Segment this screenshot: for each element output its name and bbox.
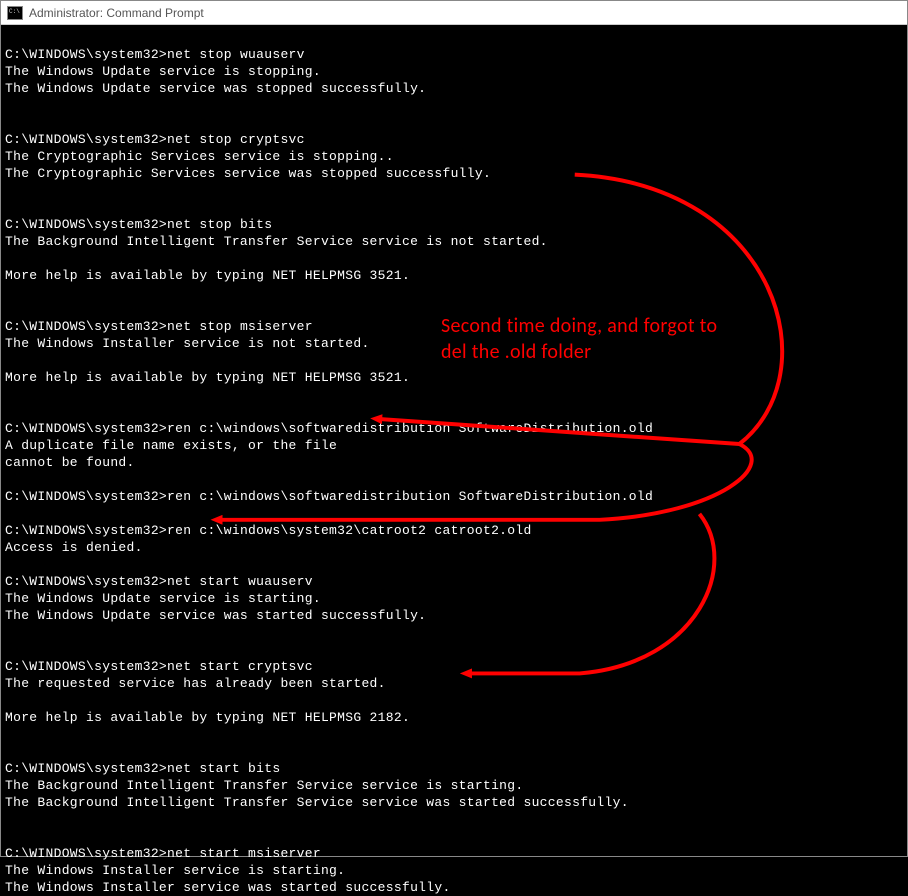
prompt: C:\WINDOWS\system32>	[5, 217, 167, 232]
prompt: C:\WINDOWS\system32>	[5, 761, 167, 776]
blank-line	[5, 471, 903, 488]
blank-line	[5, 301, 903, 318]
window-titlebar[interactable]: Administrator: Command Prompt	[1, 1, 907, 25]
cmd-text: net stop cryptsvc	[167, 132, 305, 147]
cmd-line: C:\WINDOWS\system32>net start msiserver	[5, 845, 903, 862]
cmd-text: net stop bits	[167, 217, 272, 232]
output-line: cannot be found.	[5, 454, 903, 471]
output-line: The Windows Update service was stopped s…	[5, 80, 903, 97]
cmd-text: ren c:\windows\system32\catroot2 catroot…	[167, 523, 532, 538]
output-line: The Windows Installer service was starte…	[5, 879, 903, 896]
blank-line	[5, 726, 903, 743]
output-line: The Windows Update service is stopping.	[5, 63, 903, 80]
output-line: The Windows Installer service is not sta…	[5, 335, 903, 352]
cmd-line: C:\WINDOWS\system32>net stop bits	[5, 216, 903, 233]
cmd-line: C:\WINDOWS\system32>net stop wuauserv	[5, 46, 903, 63]
prompt: C:\WINDOWS\system32>	[5, 523, 167, 538]
blank-line	[5, 199, 903, 216]
output-line: More help is available by typing NET HEL…	[5, 369, 903, 386]
cmd-line: C:\WINDOWS\system32>net stop cryptsvc	[5, 131, 903, 148]
output-line: The requested service has already been s…	[5, 675, 903, 692]
prompt: C:\WINDOWS\system32>	[5, 319, 167, 334]
output-line	[5, 250, 903, 267]
output-line: A duplicate file name exists, or the fil…	[5, 437, 903, 454]
output-line: The Windows Update service was started s…	[5, 607, 903, 624]
cmd-line: C:\WINDOWS\system32>net start wuauserv	[5, 573, 903, 590]
output-line: The Windows Update service is starting.	[5, 590, 903, 607]
cmd-line: C:\WINDOWS\system32>net stop msiserver	[5, 318, 903, 335]
prompt: C:\WINDOWS\system32>	[5, 574, 167, 589]
blank-line	[5, 556, 903, 573]
cmd-line: C:\WINDOWS\system32>ren c:\windows\softw…	[5, 420, 903, 437]
prompt: C:\WINDOWS\system32>	[5, 132, 167, 147]
cmd-line: C:\WINDOWS\system32>net start bits	[5, 760, 903, 777]
cmd-line: C:\WINDOWS\system32>ren c:\windows\syste…	[5, 522, 903, 539]
blank-line	[5, 811, 903, 828]
cmd-text: ren c:\windows\softwaredistribution Soft…	[167, 489, 653, 504]
output-line: The Cryptographic Services service is st…	[5, 148, 903, 165]
blank-line	[5, 624, 903, 641]
output-line: The Background Intelligent Transfer Serv…	[5, 777, 903, 794]
output-line: The Cryptographic Services service was s…	[5, 165, 903, 182]
terminal-body[interactable]: C:\WINDOWS\system32>net stop wuauservThe…	[1, 25, 907, 856]
blank-line	[5, 743, 903, 760]
output-line: The Windows Installer service is startin…	[5, 862, 903, 879]
cmd-text: net start bits	[167, 761, 280, 776]
output-line: The Background Intelligent Transfer Serv…	[5, 233, 903, 250]
blank-line	[5, 284, 903, 301]
blank-line	[5, 97, 903, 114]
cmd-line: C:\WINDOWS\system32>net start cryptsvc	[5, 658, 903, 675]
blank-line	[5, 505, 903, 522]
cmd-line: C:\WINDOWS\system32>ren c:\windows\softw…	[5, 488, 903, 505]
blank-line	[5, 182, 903, 199]
prompt: C:\WINDOWS\system32>	[5, 421, 167, 436]
prompt: C:\WINDOWS\system32>	[5, 659, 167, 674]
cmd-icon	[7, 6, 23, 20]
output-line	[5, 692, 903, 709]
blank-line	[5, 114, 903, 131]
cmd-text: net start wuauserv	[167, 574, 313, 589]
prompt: C:\WINDOWS\system32>	[5, 489, 167, 504]
output-line: More help is available by typing NET HEL…	[5, 267, 903, 284]
cmd-text: ren c:\windows\softwaredistribution Soft…	[167, 421, 653, 436]
cmd-text: net stop wuauserv	[167, 47, 305, 62]
prompt: C:\WINDOWS\system32>	[5, 47, 167, 62]
blank-line	[5, 828, 903, 845]
blank-line	[5, 386, 903, 403]
output-line: Access is denied.	[5, 539, 903, 556]
prompt: C:\WINDOWS\system32>	[5, 846, 167, 861]
output-line: More help is available by typing NET HEL…	[5, 709, 903, 726]
output-line: The Background Intelligent Transfer Serv…	[5, 794, 903, 811]
cmd-text: net stop msiserver	[167, 319, 313, 334]
blank-line	[5, 403, 903, 420]
cmd-text: net start cryptsvc	[167, 659, 313, 674]
output-line	[5, 352, 903, 369]
window-title: Administrator: Command Prompt	[29, 6, 204, 20]
blank-line	[5, 641, 903, 658]
cmd-text: net start msiserver	[167, 846, 321, 861]
